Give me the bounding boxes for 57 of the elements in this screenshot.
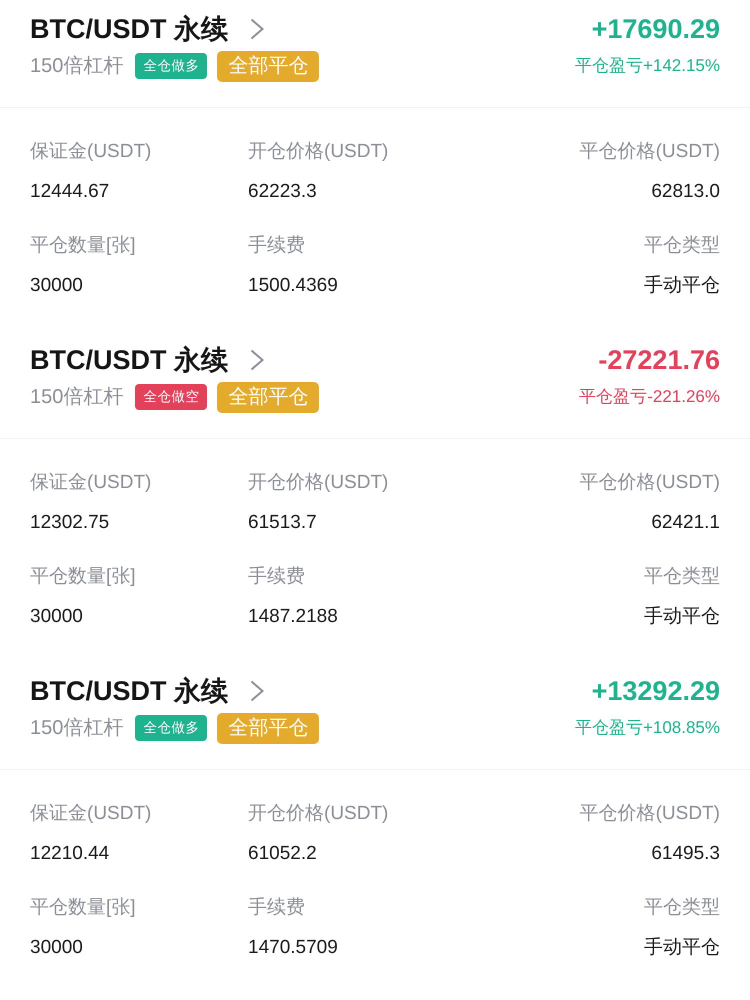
field-label: 手续费 [248,234,305,258]
leverage-label: 150倍杠杆 [30,716,124,741]
field-label: 开仓价格(USDT) [248,140,388,164]
pnl-amount: -27221.76 [598,344,720,377]
field-label: 保证金(USDT) [30,802,152,826]
field-value: 30000 [30,274,83,298]
pnl-ratio: 平仓盈亏-221.26% [579,386,720,408]
field-value: 12444.67 [30,180,110,204]
field-value: 62421.1 [651,511,720,535]
pnl-amount: +17690.29 [592,13,720,46]
contract-title: BTC/USDT 永续 [30,675,228,708]
field-value: 62223.3 [248,180,317,204]
field-value: 61513.7 [248,511,317,535]
position-side-tag: 全仓做多 [135,53,208,79]
leverage-label: 150倍杠杆 [30,54,124,79]
contract-title: BTC/USDT 永续 [30,13,228,46]
field-label: 开仓价格(USDT) [248,802,388,826]
field-value: 62813.0 [651,180,720,204]
field-value: 1487.2188 [248,605,338,629]
field-value: 手动平仓 [644,605,720,629]
chevron-right-icon[interactable] [250,680,264,702]
close-all-button[interactable]: 全部平仓 [217,712,320,744]
field-label: 保证金(USDT) [30,471,152,495]
field-value: 手动平仓 [644,274,720,298]
field-value: 1470.5709 [248,936,338,960]
field-label: 保证金(USDT) [30,140,152,164]
close-all-button[interactable]: 全部平仓 [217,50,320,82]
field-label: 平仓数量[张] [30,565,136,589]
pnl-ratio: 平仓盈亏+142.15% [574,55,720,77]
position-side-tag: 全仓做空 [135,384,208,410]
pnl-amount: +13292.29 [592,675,720,708]
position-side-tag: 全仓做多 [135,715,208,741]
field-label: 平仓价格(USDT) [580,140,720,164]
field-value: 手动平仓 [644,936,720,960]
field-label: 平仓价格(USDT) [580,471,720,495]
field-label: 手续费 [248,896,305,920]
field-label: 平仓类型 [644,234,720,258]
field-value: 30000 [30,605,83,629]
field-value: 12302.75 [30,511,110,535]
leverage-label: 150倍杠杆 [30,385,124,410]
pnl-ratio: 平仓盈亏+108.85% [574,717,720,739]
field-label: 平仓数量[张] [30,896,136,920]
field-label: 平仓类型 [644,896,720,920]
chevron-right-icon[interactable] [250,349,264,371]
field-value: 61495.3 [651,842,720,866]
field-label: 平仓价格(USDT) [580,802,720,826]
close-all-button[interactable]: 全部平仓 [217,382,320,412]
field-value: 30000 [30,936,83,960]
field-value: 12210.44 [30,842,110,866]
field-label: 平仓类型 [644,565,720,589]
contract-title: BTC/USDT 永续 [30,344,228,377]
field-value: 61052.2 [248,842,317,866]
field-label: 手续费 [248,565,305,589]
field-label: 平仓数量[张] [30,234,136,258]
field-value: 1500.4369 [248,274,338,298]
field-label: 开仓价格(USDT) [248,471,388,495]
chevron-right-icon[interactable] [250,18,264,40]
